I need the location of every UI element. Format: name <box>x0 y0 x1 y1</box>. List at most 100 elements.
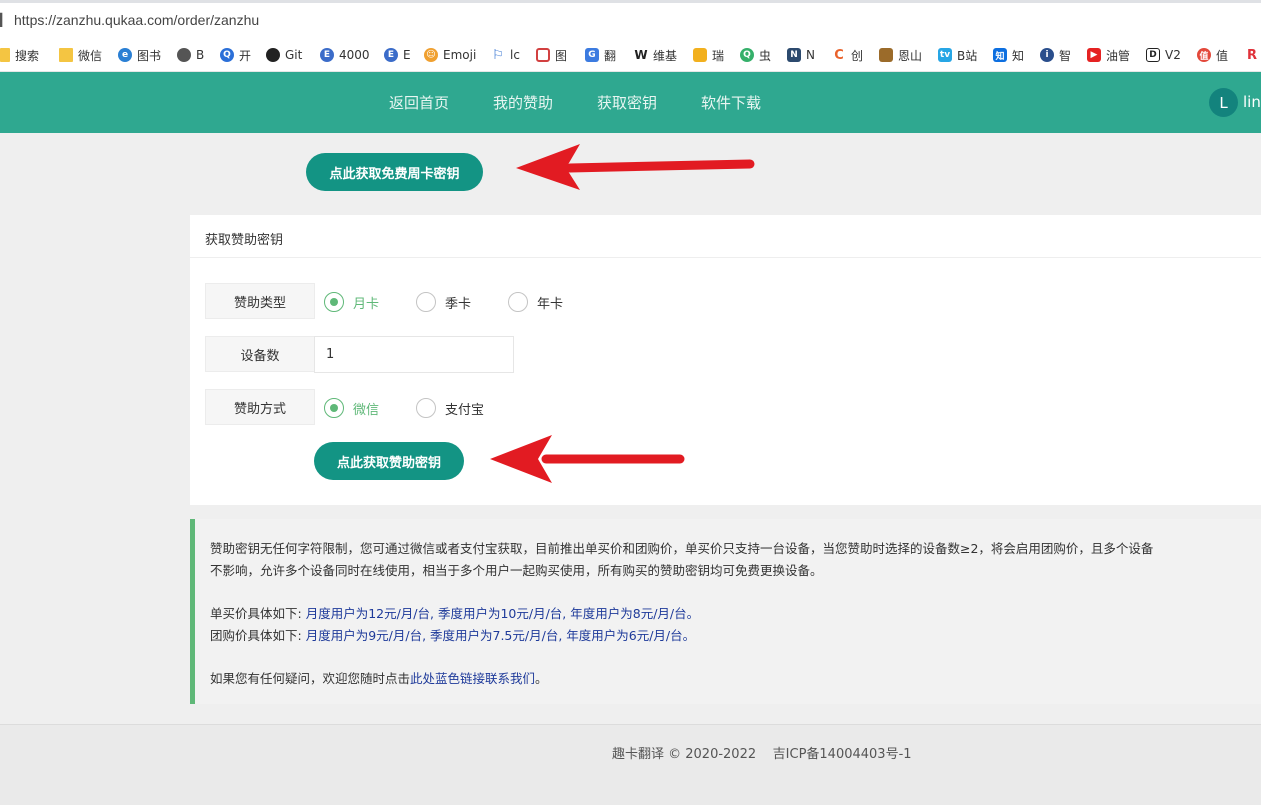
notice-line: 赞助密钥无任何字符限制，您可通过微信或者支付宝获取，目前推出单买价和团购价，单买… <box>210 541 1154 556</box>
radio-alipay[interactable]: 支付宝 <box>416 398 484 418</box>
device-count-input[interactable]: 1 <box>314 336 514 373</box>
bookmark-search[interactable]: 搜索 <box>0 46 39 64</box>
radio-label: 支付宝 <box>445 402 485 418</box>
ie-icon: e <box>118 48 132 62</box>
bookmark-label: Git <box>285 48 303 62</box>
nav-software-download[interactable]: 软件下载 <box>701 92 761 113</box>
c-icon: C <box>834 47 844 63</box>
group-price-line: 团购价具体如下: 月度用户为9元/月/台, 季度用户为7.5元/月/台, 年度用… <box>210 625 695 644</box>
hand-icon <box>693 48 707 62</box>
bookmark-label: 图 <box>555 48 568 63</box>
bookmark-books[interactable]: e 图书 <box>118 46 161 64</box>
bookmark-r[interactable]: R <box>1245 46 1259 64</box>
contact-us-link[interactable]: 此处蓝色链接联系我们 <box>410 671 535 686</box>
bookmark-wiki[interactable]: W 维基 <box>634 46 677 64</box>
bookmark-label: 开 <box>239 48 252 63</box>
username[interactable]: lin <box>1243 93 1261 111</box>
group-price-prefix: 团购价具体如下: <box>210 628 306 643</box>
browser-address-bar[interactable]: ▎ https://zanzhu.qukaa.com/order/zanzhu <box>0 0 1261 38</box>
bookmark-lc[interactable]: ⚐ lc <box>491 46 520 64</box>
bookmark-label: B <box>196 48 205 62</box>
bookmark-wechat[interactable]: 微信 <box>59 46 102 64</box>
image-icon <box>536 48 550 62</box>
bookmark-label: 知 <box>1012 48 1025 63</box>
emoji-icon: ☺ <box>424 48 438 62</box>
site-info-icon[interactable]: ▎ <box>0 13 9 27</box>
contact-line: 如果您有任何疑问，欢迎您随时点击此处蓝色链接联系我们。 <box>210 668 548 687</box>
bookmark-zhi[interactable]: i智 <box>1040 46 1071 64</box>
bookmark-label: E <box>403 48 411 62</box>
bookmark-chong[interactable]: Q虫 <box>740 46 771 64</box>
get-free-week-key-button[interactable]: 点此获取免费周卡密钥 <box>306 153 483 191</box>
contact-suffix: 。 <box>535 671 548 686</box>
radio-wechat[interactable]: 微信 <box>324 398 379 418</box>
bookmark-zhihu[interactable]: 知知 <box>993 46 1024 64</box>
search-q-icon: Q <box>220 48 234 62</box>
sponsor-type-label: 赞助类型 <box>205 283 315 319</box>
bookmark-enshan[interactable]: 恩山 <box>879 46 922 64</box>
bookmark-b[interactable]: B <box>177 46 204 64</box>
bookmark-git[interactable]: Git <box>266 46 302 64</box>
nav-home[interactable]: 返回首页 <box>389 92 449 113</box>
bookmark-label: 4000 <box>339 48 370 62</box>
folder-icon <box>59 48 73 62</box>
e-icon: E <box>320 48 334 62</box>
bookmark-label: 值 <box>1216 48 1229 63</box>
bookmark-n[interactable]: NN <box>787 46 815 64</box>
red-arrow-icon <box>516 144 755 190</box>
bookmark-label: V2 <box>1165 48 1181 62</box>
avatar[interactable]: L <box>1209 88 1238 117</box>
bookmark-kai[interactable]: Q开 <box>220 46 251 64</box>
q-icon: Q <box>740 48 754 62</box>
card-title: 获取赞助密钥 <box>205 233 284 248</box>
bookmark-label: 创 <box>851 48 864 63</box>
group-price-values: 月度用户为9元/月/台, 季度用户为7.5元/月/台, 年度用户为6元/月/台。 <box>305 628 696 643</box>
contact-prefix: 如果您有任何疑问，欢迎您随时点击 <box>210 671 411 686</box>
radio-yearly[interactable]: 年卡 <box>508 292 563 312</box>
url-text[interactable]: https://zanzhu.qukaa.com/order/zanzhu <box>14 12 259 28</box>
bookmark-label: 油管 <box>1106 48 1131 63</box>
v2-icon: D <box>1146 48 1160 62</box>
nav-get-key[interactable]: 获取密钥 <box>597 92 657 113</box>
bookmark-e[interactable]: EE <box>384 46 411 64</box>
bookmark-rui[interactable]: 瑞 <box>693 46 724 64</box>
bookmark-translate[interactable]: G翻 <box>585 46 616 64</box>
youtube-icon: ▶ <box>1087 48 1101 62</box>
radio-label: 月卡 <box>353 296 380 312</box>
bookmark-label: B站 <box>957 48 978 63</box>
bookmark-youtube[interactable]: ▶ 油管 <box>1087 46 1130 64</box>
translate-icon: G <box>585 48 599 62</box>
get-sponsor-key-button[interactable]: 点此获取赞助密钥 <box>314 442 464 480</box>
device-count-label: 设备数 <box>205 336 315 372</box>
enshan-icon <box>879 48 893 62</box>
red-arrow-icon <box>490 435 685 483</box>
bookmark-v2[interactable]: D V2 <box>1146 46 1181 64</box>
radio-label: 年卡 <box>537 296 564 312</box>
bookmark-emoji[interactable]: ☺ Emoji <box>424 46 476 64</box>
radio-quarterly[interactable]: 季卡 <box>416 292 471 312</box>
top-navigation: 返回首页 我的赞助 获取密钥 软件下载 <box>0 72 1261 133</box>
bookmark-label: 搜索 <box>15 48 40 63</box>
bookmark-label: 维基 <box>653 48 678 63</box>
bookmark-label: 翻 <box>604 48 617 63</box>
bookmark-4000[interactable]: E 4000 <box>320 46 370 64</box>
github-icon <box>266 48 280 62</box>
radio-label: 微信 <box>353 402 380 418</box>
footer-copyright: 趣卡翻译 © 2020-2022 吉ICP备14004403号-1 <box>612 747 912 762</box>
single-price-values: 月度用户为12元/月/台, 季度用户为10元/月/台, 年度用户为8元/月/台。 <box>305 606 700 621</box>
radio-label: 季卡 <box>445 296 472 312</box>
radio-monthly[interactable]: 月卡 <box>324 292 379 312</box>
radio-unchecked-icon <box>416 398 436 418</box>
bookmark-bilibili[interactable]: tv B站 <box>938 46 977 64</box>
bookmarks-bar: 搜索 微信 e 图书 B Q开 Git E 4000 EE ☺ Emoji ⚐ lc 图… <box>0 38 1261 72</box>
globe-icon <box>177 48 191 62</box>
e-icon: E <box>384 48 398 62</box>
bookmark-label: 图书 <box>137 48 162 63</box>
bookmark-chuang[interactable]: C创 <box>832 46 863 64</box>
bookmark-tu[interactable]: 图 <box>536 46 567 64</box>
nav-my-sponsorship[interactable]: 我的赞助 <box>493 92 553 113</box>
payment-method-label: 赞助方式 <box>205 389 315 425</box>
bookmark-label: N <box>806 48 815 62</box>
bookmark-zhide[interactable]: 值值 <box>1197 46 1228 64</box>
n-icon: N <box>787 48 801 62</box>
